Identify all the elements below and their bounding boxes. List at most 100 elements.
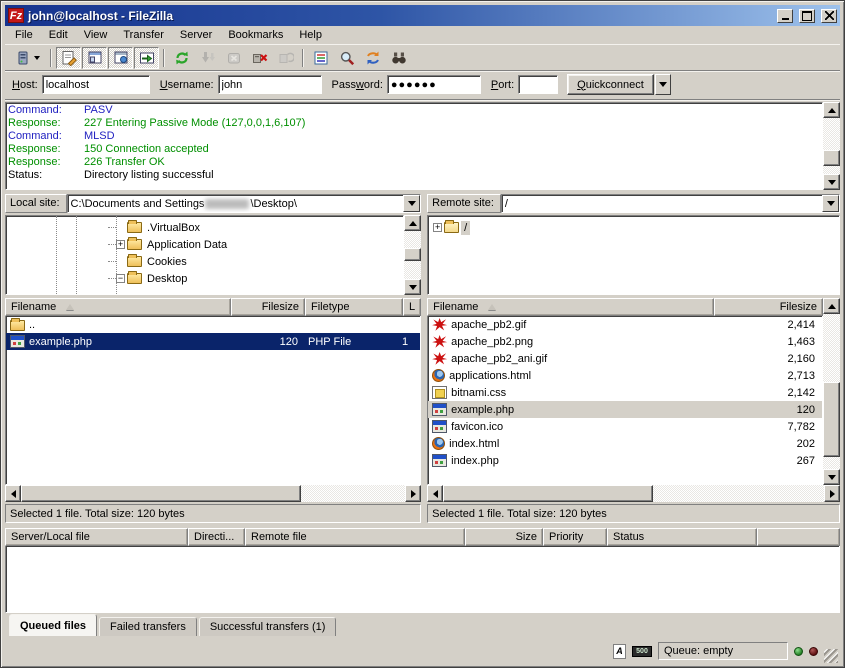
find-files-button[interactable] — [386, 47, 411, 69]
tree-item[interactable]: Application Data — [6, 236, 403, 253]
menu-file[interactable]: File — [7, 27, 41, 43]
file-row[interactable]: apache_pb2.gif 2,414 — [428, 316, 822, 333]
scroll-down-icon[interactable] — [823, 469, 840, 485]
tree-item-label[interactable]: Desktop — [144, 272, 190, 286]
menu-bookmarks[interactable]: Bookmarks — [220, 27, 291, 43]
file-row[interactable]: example.php 120 — [428, 401, 822, 418]
column-header-filename[interactable]: Filename — [5, 298, 231, 316]
tab-failed-transfers[interactable]: Failed transfers — [99, 617, 197, 636]
refresh-button[interactable] — [169, 47, 194, 69]
close-icon[interactable] — [821, 9, 837, 23]
speed-limit-icon[interactable]: 500 — [632, 646, 652, 657]
reconnect-button[interactable] — [273, 47, 298, 69]
scrollbar-thumb[interactable] — [823, 150, 840, 166]
column-header-filesize[interactable]: Filesize — [231, 298, 305, 316]
tree-item-label[interactable]: / — [461, 221, 470, 235]
tree-item[interactable]: .VirtualBox — [6, 219, 403, 236]
toggle-transfer-queue-button[interactable] — [134, 47, 159, 69]
local-hscrollbar[interactable] — [5, 485, 421, 502]
scroll-up-icon[interactable] — [404, 215, 421, 231]
file-row[interactable]: apache_pb2_ani.gif 2,160 — [428, 350, 822, 367]
data-type-icon[interactable]: A — [613, 644, 626, 659]
username-input[interactable] — [218, 75, 322, 94]
menu-help[interactable]: Help — [291, 27, 330, 43]
log-scrollbar[interactable] — [823, 102, 840, 190]
tree-item[interactable]: Cookies — [6, 253, 403, 270]
column-header-local-file[interactable]: Server/Local file — [5, 528, 188, 546]
cancel-button[interactable] — [221, 47, 246, 69]
file-row[interactable]: index.html 202 — [428, 435, 822, 452]
remote-vscrollbar[interactable] — [823, 298, 840, 485]
menu-transfer[interactable]: Transfer — [115, 27, 172, 43]
menu-view[interactable]: View — [76, 27, 116, 43]
disconnect-button[interactable] — [247, 47, 272, 69]
file-row[interactable]: favicon.ico 7,782 — [428, 418, 822, 435]
scrollbar-thumb[interactable] — [823, 382, 840, 456]
title-bar[interactable]: Fz john@localhost - FileZilla — [5, 5, 840, 26]
column-header-last-modified[interactable]: L — [403, 298, 421, 316]
tab-successful-transfers[interactable]: Successful transfers (1) — [199, 617, 337, 636]
column-header-filetype[interactable]: Filetype — [305, 298, 403, 316]
tree-expander-icon[interactable] — [116, 274, 125, 283]
scroll-down-icon[interactable] — [823, 174, 840, 190]
column-header-remote-file[interactable]: Remote file — [245, 528, 465, 546]
menu-server[interactable]: Server — [172, 27, 220, 43]
scroll-left-icon[interactable] — [427, 485, 443, 502]
file-row[interactable]: .. — [6, 316, 420, 333]
scroll-right-icon[interactable] — [824, 485, 840, 502]
file-row[interactable]: apache_pb2.png 1,463 — [428, 333, 822, 350]
tree-item-label[interactable]: Cookies — [144, 255, 190, 269]
directory-comparison-button[interactable] — [334, 47, 359, 69]
tree-item-label[interactable]: Application Data — [144, 238, 230, 252]
filter-button[interactable] — [308, 47, 333, 69]
scrollbar-thumb[interactable] — [404, 248, 421, 261]
queue-body[interactable] — [5, 546, 840, 613]
scroll-left-icon[interactable] — [5, 485, 21, 502]
toggle-local-tree-button[interactable] — [82, 47, 107, 69]
remote-tree-box[interactable]: / — [427, 215, 840, 295]
local-tree-box[interactable]: .VirtualBox Application Data — [5, 215, 404, 295]
column-header-size[interactable]: Size — [465, 528, 543, 546]
menu-edit[interactable]: Edit — [41, 27, 76, 43]
scroll-up-icon[interactable] — [823, 298, 840, 314]
file-row[interactable]: applications.html 2,713 — [428, 367, 822, 384]
tree-expander-icon[interactable] — [433, 223, 442, 232]
minimize-icon[interactable] — [777, 9, 793, 23]
toggle-message-log-button[interactable] — [56, 47, 81, 69]
tree-item-label[interactable]: .VirtualBox — [144, 221, 203, 235]
quickconnect-button[interactable]: Quickconnect — [567, 74, 654, 95]
scrollbar-thumb[interactable] — [21, 485, 301, 502]
site-manager-dropdown-icon[interactable] — [34, 56, 40, 60]
remote-site-combo[interactable]: / — [501, 194, 840, 213]
password-input[interactable] — [387, 75, 481, 94]
scroll-right-icon[interactable] — [405, 485, 421, 502]
port-input[interactable] — [518, 75, 558, 94]
column-header-direction[interactable]: Directi... — [188, 528, 245, 546]
tree-item[interactable]: Desktop — [6, 270, 403, 287]
remote-file-list[interactable]: apache_pb2.gif 2,414 apache_pb2.png 1,46… — [427, 316, 823, 485]
host-input[interactable] — [42, 75, 150, 94]
resize-grip[interactable] — [824, 649, 838, 663]
local-file-list[interactable]: .. example.php 120 PHP File 1 — [5, 316, 421, 485]
column-header-filesize[interactable]: Filesize — [714, 298, 823, 316]
combo-dropdown-icon[interactable] — [822, 195, 839, 212]
tab-queued-files[interactable]: Queued files — [9, 614, 97, 636]
scrollbar-thumb[interactable] — [443, 485, 652, 502]
toggle-remote-tree-button[interactable] — [108, 47, 133, 69]
tree-item[interactable]: / — [428, 219, 839, 236]
synchronized-browsing-button[interactable] — [360, 47, 385, 69]
combo-dropdown-icon[interactable] — [403, 195, 420, 212]
column-header-priority[interactable]: Priority — [543, 528, 607, 546]
tree-expander-icon[interactable] — [116, 240, 125, 249]
maximize-icon[interactable] — [799, 9, 815, 23]
local-site-combo[interactable]: C:\Documents and Settings\Desktop\ — [67, 194, 422, 213]
column-header-filename[interactable]: Filename — [427, 298, 714, 316]
file-row[interactable]: bitnami.css 2,142 — [428, 384, 822, 401]
column-header-status[interactable]: Status — [607, 528, 757, 546]
local-tree-scrollbar[interactable] — [404, 215, 421, 295]
remote-hscrollbar[interactable] — [427, 485, 840, 502]
scroll-down-icon[interactable] — [404, 279, 421, 295]
quickconnect-dropdown-icon[interactable] — [655, 74, 671, 95]
file-row[interactable]: example.php 120 PHP File 1 — [6, 333, 420, 350]
process-queue-button[interactable] — [195, 47, 220, 69]
